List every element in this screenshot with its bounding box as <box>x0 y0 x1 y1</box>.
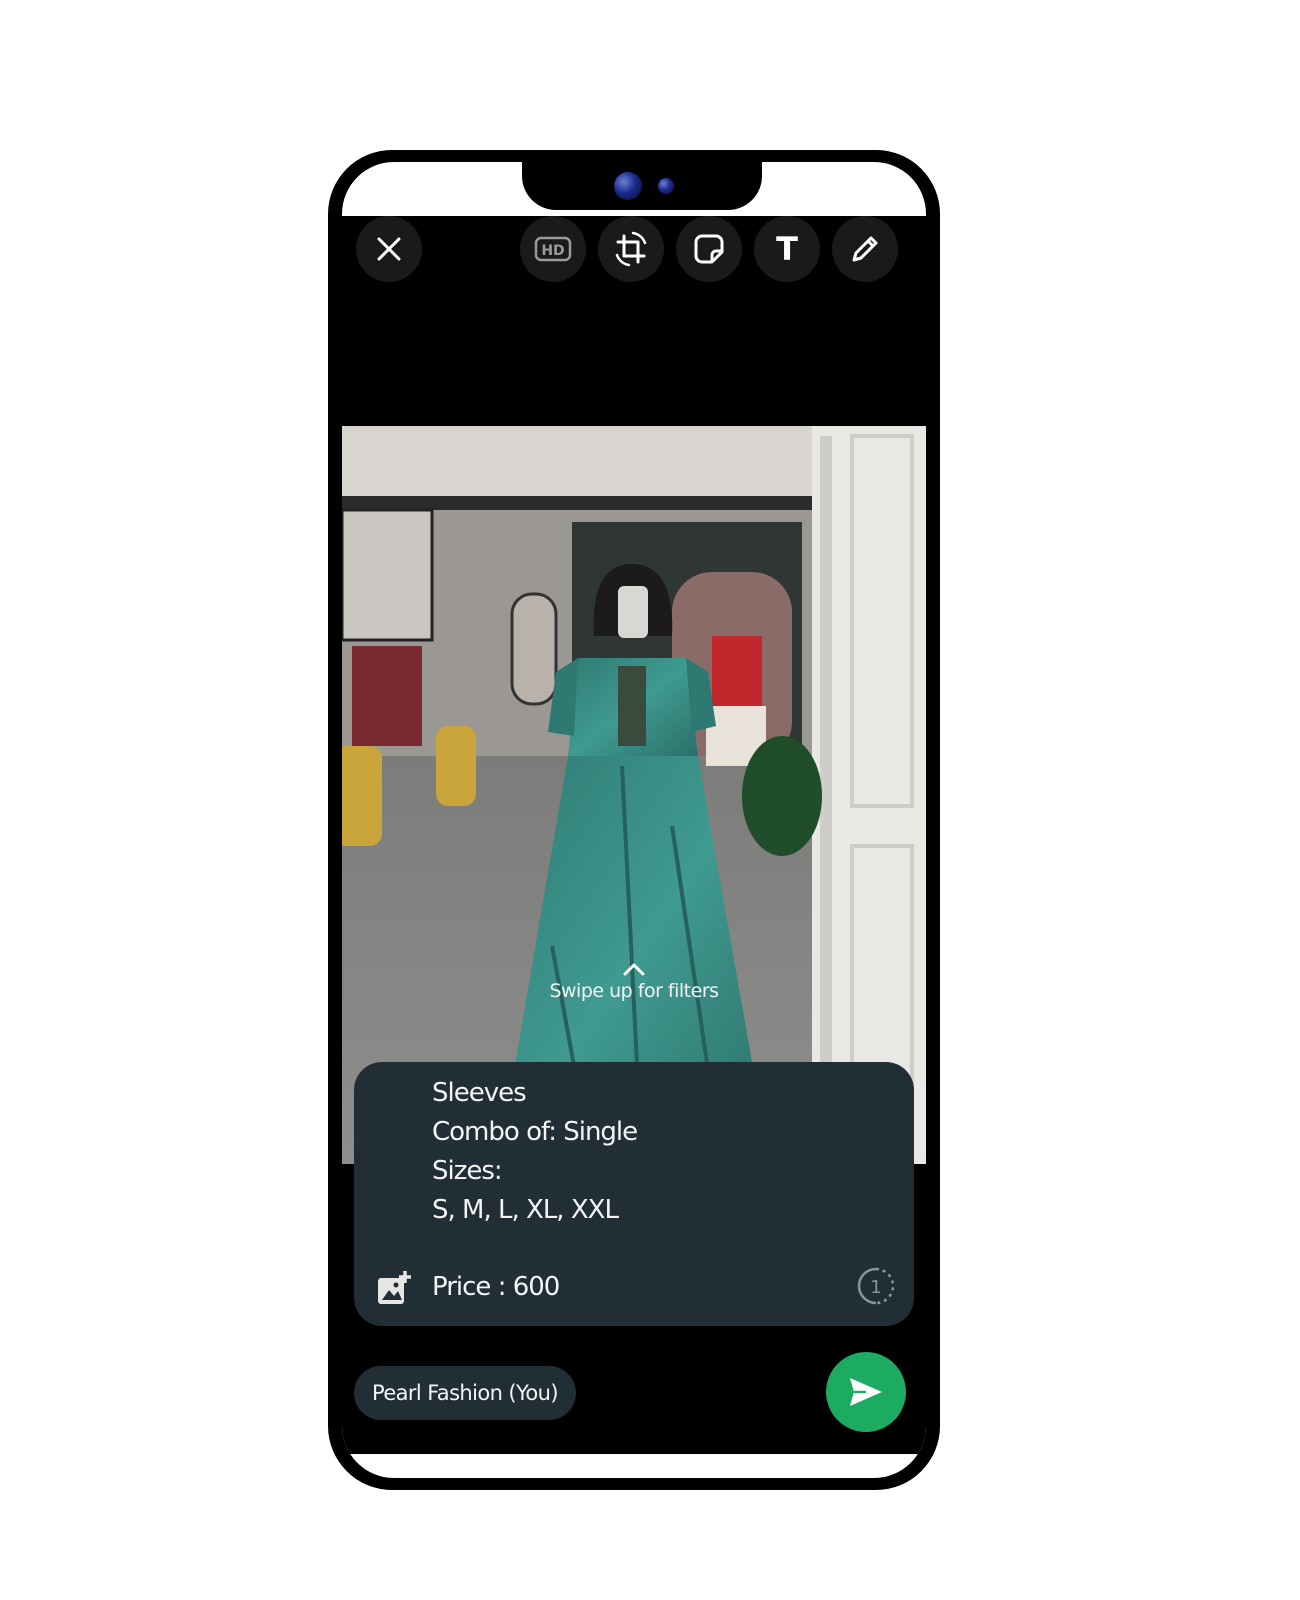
sticker-button[interactable] <box>676 216 742 282</box>
phone-screen: HD T Swipe up for filters Sleeves Combo … <box>342 162 926 1478</box>
send-icon <box>850 1378 882 1406</box>
caption-line: Combo of: Single <box>432 1117 638 1147</box>
close-button[interactable] <box>356 216 422 282</box>
phone-frame: HD T Swipe up for filters Sleeves Combo … <box>328 150 940 1490</box>
crop-rotate-button[interactable] <box>598 216 664 282</box>
swipe-hint: Swipe up for filters <box>342 962 926 1002</box>
chevron-up-icon <box>623 963 645 976</box>
hd-icon: HD <box>534 236 572 262</box>
hd-label: HD <box>541 243 564 259</box>
view-once-label: 1 <box>870 1277 881 1298</box>
caption-line: S, M, L, XL, XXL <box>432 1195 619 1225</box>
caption-price: Price : 600 <box>432 1272 560 1302</box>
caption-input[interactable]: Sleeves Combo of: Single Sizes: S, M, L,… <box>354 1062 914 1326</box>
dress-photo-illustration <box>342 426 926 1164</box>
recipient-chip[interactable]: Pearl Fashion (You) <box>354 1366 576 1420</box>
text-tool-button[interactable]: T <box>754 216 820 282</box>
view-once-icon[interactable]: 1 <box>856 1266 896 1306</box>
sensor-icon <box>658 178 674 194</box>
swipe-hint-text: Swipe up for filters <box>549 980 719 1002</box>
caption-line: Sleeves <box>432 1078 527 1108</box>
product-photo[interactable] <box>342 426 926 1164</box>
draw-button[interactable] <box>832 216 898 282</box>
add-photo-icon[interactable] <box>376 1270 412 1306</box>
sticker-icon <box>694 234 724 264</box>
pencil-icon <box>852 236 878 262</box>
camera-notch <box>522 162 762 210</box>
front-camera-icon <box>614 172 642 200</box>
crop-rotate-icon <box>615 231 647 267</box>
hd-quality-button[interactable]: HD <box>520 216 586 282</box>
text-tool-icon: T <box>776 230 798 268</box>
close-icon <box>377 237 401 261</box>
media-editor: HD T Swipe up for filters Sleeves Combo … <box>342 216 926 1454</box>
editor-toolbar: HD T <box>342 216 926 286</box>
caption-line: Sizes: <box>432 1156 503 1186</box>
send-button[interactable] <box>826 1352 906 1432</box>
